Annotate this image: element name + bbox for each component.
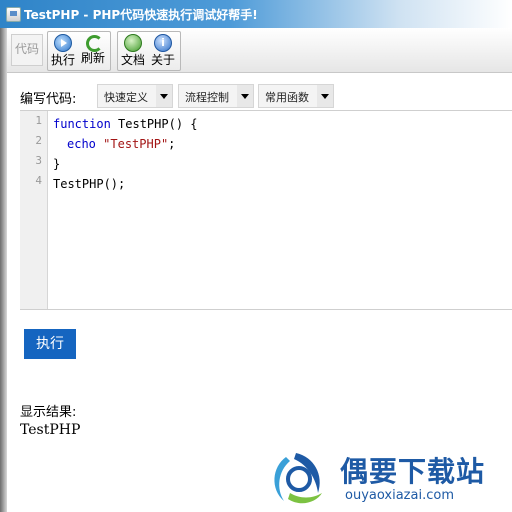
code-text: ; [168,137,176,151]
dropdown-label: 流程控制 [185,91,229,104]
line-number: 2 [35,134,42,147]
watermark-logo [274,453,322,504]
run-button-label: 执行 [50,53,75,67]
code-line: } [53,157,61,171]
dropdown-label: 常用函数 [265,91,309,104]
run-button[interactable]: 执行 [49,32,77,68]
line-number: 1 [35,114,42,127]
editor-label: 编写代码: [20,92,77,107]
code-text: TestPHP() { [110,117,198,131]
info-icon: i [154,34,172,52]
document-icon [124,34,142,52]
docs-button[interactable]: 文档 [119,32,147,68]
common-functions-dropdown[interactable]: 常用函数 [258,84,334,108]
code-keyword: echo [67,137,96,151]
refresh-button[interactable]: 刷新 [79,32,107,68]
code-line: TestPHP(); [53,177,126,191]
chevron-down-icon [237,85,253,107]
result-output: TestPHP [20,422,81,438]
app-window: TestPHP - PHP代码快速执行调试好帮手! 代码 执行 刷新 文档 i … [0,0,512,512]
app-icon [6,7,21,22]
code-keyword: function [53,117,111,131]
line-number: 4 [35,174,42,187]
title-bar: TestPHP - PHP代码快速执行调试好帮手! [0,0,512,28]
result-label: 显示结果: [20,405,77,420]
code-editor[interactable]: 1 2 3 4 function TestPHP() { echo "TestP… [20,110,512,310]
about-button-label: 关于 [150,53,175,67]
code-string: "TestPHP" [103,137,169,151]
flow-control-dropdown[interactable]: 流程控制 [178,84,254,108]
code-line: function TestPHP() { [53,117,198,131]
chevron-down-icon [317,85,333,107]
quick-define-dropdown[interactable]: 快速定义 [97,84,173,108]
toolbar: 代码 执行 刷新 文档 i 关于 [7,28,512,73]
window-border [0,28,7,512]
refresh-button-label: 刷新 [80,51,105,65]
watermark-url: ouyaoxiazai.com [345,488,454,503]
line-number: 3 [35,154,42,167]
about-button[interactable]: i 关于 [149,32,177,68]
chevron-down-icon [156,85,172,107]
dropdown-label: 快速定义 [104,91,148,104]
docs-button-label: 文档 [120,53,145,67]
code-button[interactable]: 代码 [11,34,43,66]
watermark-title: 偶要下载站 [340,455,486,488]
code-line: echo "TestPHP"; [67,137,175,151]
window-title: TestPHP - PHP代码快速执行调试好帮手! [24,8,258,22]
play-icon [54,34,72,52]
execute-button[interactable]: 执行 [24,329,76,359]
line-number-gutter: 1 2 3 4 [20,111,48,309]
refresh-icon [85,34,103,52]
code-button-label: 代码 [14,42,39,56]
